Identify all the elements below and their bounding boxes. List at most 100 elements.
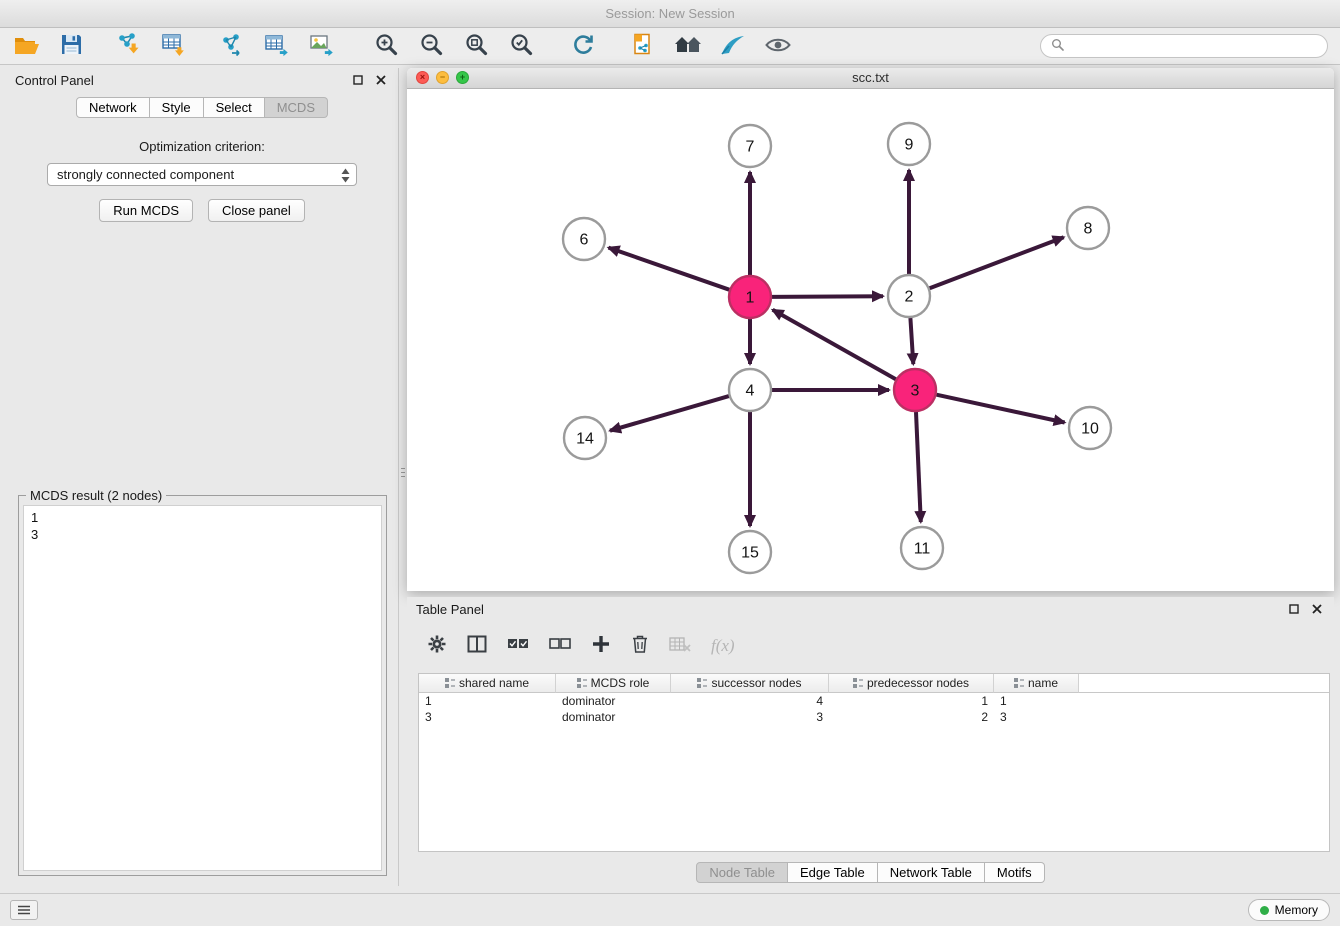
dropdown-stepper-icon (340, 167, 351, 186)
show-columns-button[interactable] (467, 635, 487, 656)
graph-edge-4-14[interactable] (610, 396, 729, 431)
add-row-button[interactable] (591, 634, 611, 657)
first-neighbors-button[interactable] (672, 31, 704, 61)
run-mcds-button[interactable]: Run MCDS (99, 199, 193, 222)
network-graph[interactable]: 7 9 6 8 1 2 4 3 14 10 15 11 (407, 89, 1334, 590)
graph-node-15[interactable]: 15 (729, 531, 771, 573)
close-table-panel-icon[interactable] (1312, 604, 1322, 614)
table-tab-node-table[interactable]: Node Table (696, 862, 788, 883)
graph-edge-1-6[interactable] (609, 248, 730, 290)
table-cell[interactable]: 2 (829, 709, 994, 725)
graph-node-1[interactable]: 1 (729, 276, 771, 318)
table-cell[interactable]: 3 (994, 709, 1079, 725)
graph-node-2[interactable]: 2 (888, 275, 930, 317)
trash-icon (631, 634, 649, 657)
svg-text:8: 8 (1084, 221, 1093, 238)
network-canvas[interactable]: 7 9 6 8 1 2 4 3 14 10 15 11 (407, 89, 1334, 590)
import-network-button[interactable] (113, 31, 145, 61)
control-panel-tabs: NetworkStyleSelectMCDS (6, 97, 398, 118)
annotations-button[interactable] (717, 31, 749, 61)
memory-button[interactable]: Memory (1248, 899, 1330, 921)
float-panel-icon[interactable] (353, 75, 363, 85)
open-session-button[interactable] (10, 31, 42, 61)
graph-edge-3-11[interactable] (916, 412, 921, 522)
table-tab-edge-table[interactable]: Edge Table (788, 862, 878, 883)
table-row[interactable]: 1dominator411 (419, 693, 1329, 709)
save-session-button[interactable] (55, 31, 87, 61)
copy-network-button[interactable] (627, 31, 659, 61)
graph-node-3[interactable]: 3 (894, 369, 936, 411)
graph-node-6[interactable]: 6 (563, 218, 605, 260)
close-panel-button[interactable]: Close panel (208, 199, 305, 222)
graph-node-11[interactable]: 11 (901, 527, 943, 569)
select-all-button[interactable] (507, 638, 529, 653)
show-hide-button[interactable] (762, 31, 794, 61)
toolbar-group-layout (567, 31, 599, 61)
optimization-criterion-label: Optimization criterion: (6, 139, 398, 154)
tab-style[interactable]: Style (150, 97, 204, 118)
table-cell[interactable]: 1 (829, 693, 994, 709)
minimize-window-button[interactable]: − (436, 71, 449, 84)
table-cell[interactable]: 3 (671, 709, 829, 725)
table-cell[interactable]: 3 (419, 709, 556, 725)
search-input[interactable] (1070, 39, 1317, 54)
graph-edge-3-10[interactable] (937, 395, 1065, 423)
graph-node-14[interactable]: 14 (564, 417, 606, 459)
graph-edge-1-2[interactable] (772, 296, 883, 297)
zoom-selected-button[interactable] (505, 31, 537, 61)
delete-row-button[interactable] (631, 634, 649, 657)
panel-splitter-handle[interactable] (400, 455, 406, 489)
network-window-titlebar[interactable]: × − + scc.txt (407, 68, 1334, 89)
column-header-name[interactable]: name (994, 674, 1079, 693)
table-body: 1dominator4113dominator323 (419, 693, 1329, 725)
table-cell[interactable]: 1 (994, 693, 1079, 709)
graph-edge-2-8[interactable] (930, 237, 1064, 288)
zoom-selected-icon (509, 32, 534, 60)
table-tabs: Node TableEdge TableNetwork TableMotifs (407, 862, 1334, 883)
table-settings-button[interactable] (427, 634, 447, 657)
tab-network[interactable]: Network (76, 97, 150, 118)
import-table-button[interactable] (158, 31, 190, 61)
export-network-button[interactable] (216, 31, 248, 61)
column-header-MCDS-role[interactable]: MCDS role (556, 674, 671, 693)
graph-node-4[interactable]: 4 (729, 369, 771, 411)
zoom-in-button[interactable] (370, 31, 402, 61)
criterion-dropdown[interactable]: strongly connected component (47, 163, 357, 186)
graph-edge-3-1[interactable] (773, 310, 896, 379)
close-window-button[interactable]: × (416, 71, 429, 84)
export-image-button[interactable] (306, 31, 338, 61)
zoom-out-button[interactable] (415, 31, 447, 61)
column-header-shared-name[interactable]: shared name (419, 674, 556, 693)
table-row[interactable]: 3dominator323 (419, 709, 1329, 725)
graph-edge-2-3[interactable] (910, 318, 913, 364)
save-floppy-icon (60, 33, 83, 59)
zoom-fit-button[interactable] (460, 31, 492, 61)
table-tab-motifs[interactable]: Motifs (985, 862, 1045, 883)
graph-node-10[interactable]: 10 (1069, 407, 1111, 449)
graph-node-7[interactable]: 7 (729, 125, 771, 167)
column-header-predecessor-nodes[interactable]: predecessor nodes (829, 674, 994, 693)
close-panel-icon[interactable] (376, 75, 386, 85)
maximize-window-button[interactable]: + (456, 71, 469, 84)
node-table: shared nameMCDS rolesuccessor nodesprede… (418, 673, 1330, 852)
table-panel: Table Panel f(x) shared nameMCDS rolesuc… (407, 597, 1334, 886)
tab-mcds[interactable]: MCDS (265, 97, 328, 118)
apply-layout-button[interactable] (567, 31, 599, 61)
table-tab-network-table[interactable]: Network Table (878, 862, 985, 883)
deselect-all-button[interactable] (549, 638, 571, 653)
gear-icon (427, 634, 447, 657)
tab-select[interactable]: Select (204, 97, 265, 118)
toolbar-group-zoom (370, 31, 537, 61)
graph-node-9[interactable]: 9 (888, 123, 930, 165)
export-image-icon (309, 32, 335, 61)
table-cell[interactable]: dominator (556, 709, 671, 725)
export-table-button[interactable] (261, 31, 293, 61)
float-table-panel-icon[interactable] (1289, 604, 1299, 614)
mcds-result-text: 1 3 (23, 505, 382, 871)
table-cell[interactable]: 1 (419, 693, 556, 709)
table-cell[interactable]: dominator (556, 693, 671, 709)
task-history-button[interactable] (10, 900, 38, 920)
graph-node-8[interactable]: 8 (1067, 207, 1109, 249)
column-header-successor-nodes[interactable]: successor nodes (671, 674, 829, 693)
table-cell[interactable]: 4 (671, 693, 829, 709)
